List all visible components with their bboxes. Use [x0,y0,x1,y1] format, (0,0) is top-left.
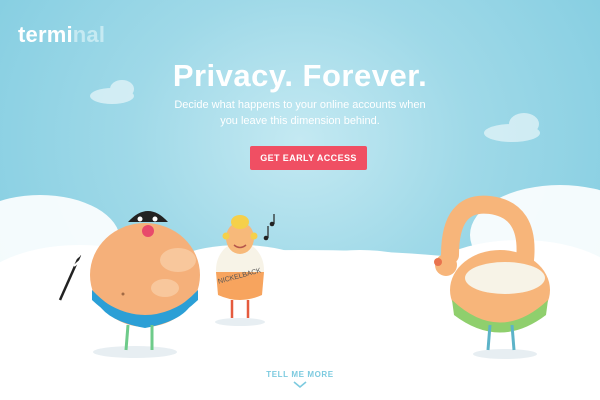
hero-headline: Privacy. Forever. [172,58,428,93]
get-early-access-button[interactable]: GET EARLY ACCESS [250,146,367,170]
hero-subtitle: Decide what happens to your online accou… [150,97,450,129]
hero-subtitle-line-2: you leave this dimension behind. [220,115,380,127]
logo-fade: nal [72,22,106,47]
music-notes-icon [263,214,275,241]
brand-logo[interactable]: terminal [18,22,105,48]
tell-me-more-link[interactable]: TELL ME MORE [0,370,600,379]
hero-subtitle-line-1: Decide what happens to your online accou… [174,99,426,111]
logo-main: termi [18,22,73,47]
chevron-down-icon[interactable] [293,381,307,389]
